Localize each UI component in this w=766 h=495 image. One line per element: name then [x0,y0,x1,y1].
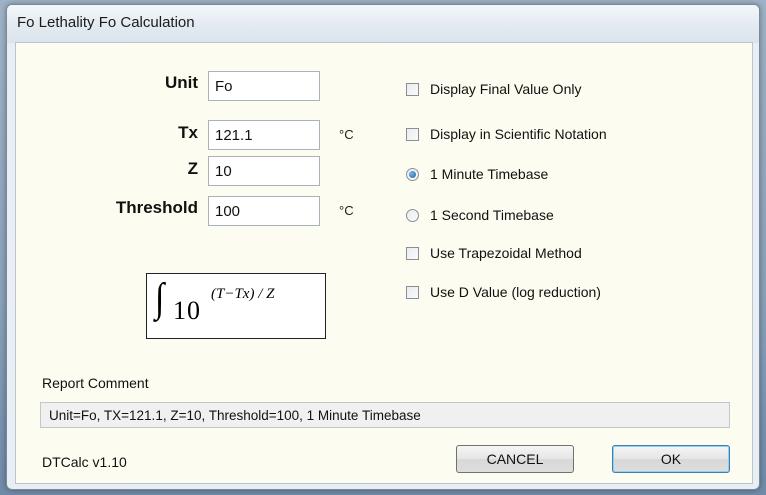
formula-base: 10 [173,296,201,325]
tx-field[interactable] [208,120,320,150]
checkbox[interactable] [406,127,419,141]
option-label: 1 Second Timebase [430,207,554,223]
option-display-scientific-notation[interactable]: Display in Scientific Notation [406,124,607,144]
tx-unit: °C [339,127,354,142]
option-display-final-value-only[interactable]: Display Final Value Only [406,79,581,99]
threshold-field[interactable] [208,196,320,226]
window-title: Fo Lethality Fo Calculation [17,14,195,31]
option-1-second-timebase[interactable]: 1 Second Timebase [406,205,554,225]
cancel-button[interactable]: CANCEL [456,445,574,473]
option-label: Use D Value (log reduction) [430,284,601,300]
ok-button[interactable]: OK [612,445,730,473]
report-comment-label: Report Comment [42,375,149,391]
option-label: Display Final Value Only [430,81,582,97]
option-use-d-value[interactable]: Use D Value (log reduction) [406,282,601,302]
checkbox[interactable] [406,246,419,260]
option-use-trapezoidal-method[interactable]: Use Trapezoidal Method [406,243,582,263]
z-label: Z [187,159,198,178]
radio-button[interactable] [406,208,419,222]
unit-field[interactable] [208,71,320,101]
checkbox[interactable] [406,285,419,299]
formula: ∫ 10 (T−Tx) / Z [147,274,325,338]
option-1-minute-timebase[interactable]: 1 Minute Timebase [406,164,548,184]
z-field[interactable] [208,156,320,186]
option-label: 1 Minute Timebase [430,166,549,182]
dialog-window: Fo Lethality Fo Calculation Unit Tx Z Th… [6,4,760,490]
unit-label: Unit [164,73,198,92]
report-comment-field[interactable]: Unit=Fo, TX=121.1, Z=10, Threshold=100, … [40,402,730,428]
integral-sign: ∫ [155,276,165,321]
formula-exponent: (T−Tx) / Z [211,286,275,302]
option-label: Use Trapezoidal Method [430,245,582,261]
threshold-label: Threshold [115,198,198,217]
title-bar[interactable]: Fo Lethality Fo Calculation [7,5,759,43]
formula-box: ∫ 10 (T−Tx) / Z [146,273,326,339]
dialog-body: Unit Tx Z Threshold °C °C ∫ 10 (T−Tx) / … [15,42,753,484]
tx-label: Tx [178,123,198,142]
option-label: Display in Scientific Notation [430,126,607,142]
checkbox[interactable] [406,82,419,96]
version-label: DTCalc v1.10 [42,454,127,470]
threshold-unit: °C [339,203,354,218]
radio-button-selected[interactable] [406,167,419,181]
